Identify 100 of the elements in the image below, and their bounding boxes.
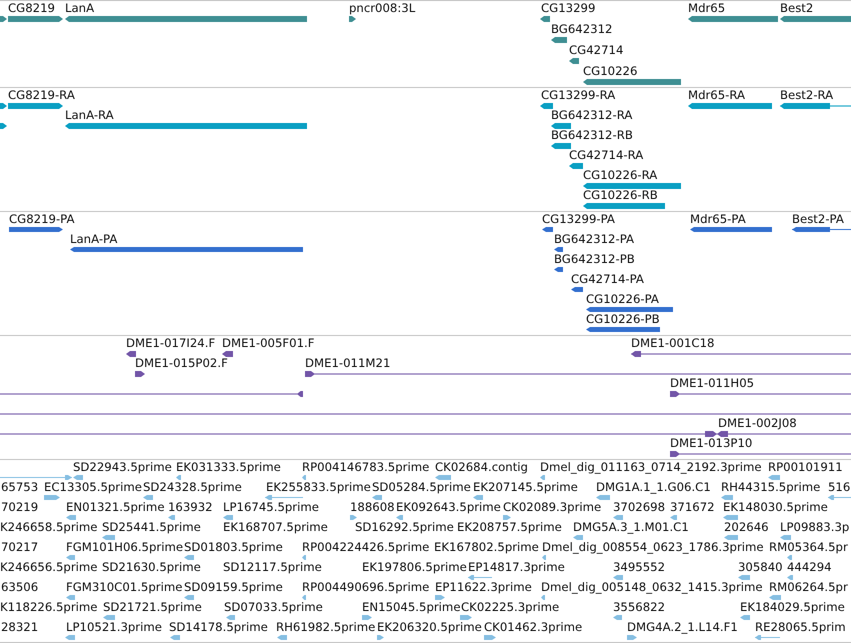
transcript-bar[interactable] (780, 103, 851, 109)
est-read[interactable] (168, 515, 175, 520)
est-label: EP14817.3prime (468, 561, 565, 574)
protein-bar[interactable] (554, 247, 563, 252)
est-read[interactable] (780, 535, 791, 540)
est-read[interactable] (503, 515, 511, 520)
transcript-bar[interactable] (0, 123, 7, 129)
clone-read[interactable] (631, 351, 851, 357)
est-read[interactable] (302, 595, 306, 600)
est-read[interactable] (184, 595, 194, 600)
est-label: Dmel_dig_011163_0714_2192.3prime (540, 461, 762, 474)
clone-read[interactable] (670, 391, 851, 397)
est-read[interactable] (170, 635, 180, 640)
protein-bar[interactable] (542, 227, 553, 232)
transcript-bar[interactable] (569, 163, 583, 169)
est-read[interactable] (377, 635, 384, 640)
transcript-bar[interactable] (0, 103, 7, 109)
est-read[interactable] (787, 555, 792, 560)
transcript-label: BG642312-RB (551, 129, 633, 142)
est-read[interactable] (473, 495, 483, 500)
clone-read[interactable] (126, 351, 136, 357)
est-read[interactable] (468, 575, 492, 580)
clone-read[interactable] (305, 371, 851, 377)
est-read[interactable] (362, 615, 372, 620)
est-read[interactable] (265, 495, 303, 500)
est-read[interactable] (540, 475, 545, 480)
transcript-bar[interactable] (551, 123, 571, 129)
est-read[interactable] (226, 615, 235, 620)
est-read[interactable] (721, 495, 733, 500)
est-read[interactable] (302, 555, 306, 560)
clone-read[interactable] (0, 391, 303, 397)
gene-bar[interactable] (551, 37, 567, 43)
protein-bar[interactable] (9, 227, 63, 232)
est-label: 70217 (1, 541, 38, 554)
gene-bar[interactable] (780, 16, 851, 22)
gene-bar[interactable] (688, 16, 778, 22)
transcript-bar[interactable] (583, 203, 665, 209)
protein-bar[interactable] (586, 307, 673, 312)
est-read[interactable] (787, 575, 793, 580)
clone-read[interactable] (670, 451, 851, 457)
est-read[interactable] (596, 495, 610, 500)
transcript-label: CG42714-RA (569, 149, 644, 162)
est-read[interactable] (102, 535, 115, 540)
est-read[interactable] (73, 475, 83, 480)
clone-read[interactable] (135, 371, 145, 377)
est-read[interactable] (769, 595, 781, 600)
est-read[interactable] (460, 615, 472, 620)
est-read[interactable] (66, 555, 75, 560)
est-read[interactable] (435, 475, 451, 480)
est-read[interactable] (613, 575, 623, 580)
est-read[interactable] (613, 515, 623, 520)
est-read[interactable] (350, 515, 357, 520)
est-read[interactable] (484, 635, 496, 640)
transcript-bar[interactable] (688, 103, 772, 109)
est-read[interactable] (573, 535, 583, 540)
est-read[interactable] (302, 475, 306, 480)
gene-bar[interactable] (569, 58, 579, 64)
est-read[interactable] (66, 515, 76, 520)
est-read[interactable] (103, 615, 115, 620)
transcript-bar[interactable] (583, 183, 681, 189)
clone-label: DME1-013P10 (670, 437, 752, 450)
protein-bar[interactable] (792, 227, 851, 232)
protein-bar[interactable] (554, 267, 563, 272)
est-read[interactable] (738, 575, 750, 580)
est-read[interactable] (613, 615, 622, 620)
est-read[interactable] (372, 495, 382, 500)
est-read[interactable] (435, 595, 445, 600)
est-read[interactable] (184, 555, 194, 560)
protein-label: BG642312-PA (554, 233, 634, 246)
est-read[interactable] (724, 535, 738, 540)
est-read[interactable] (723, 515, 738, 520)
est-label: EK184029.5prime (740, 601, 845, 614)
est-read[interactable] (627, 635, 637, 640)
protein-bar[interactable] (690, 227, 772, 232)
transcript-bar[interactable] (540, 103, 553, 109)
clone-read[interactable] (222, 351, 233, 357)
gene-bar[interactable] (583, 79, 681, 85)
est-read[interactable] (541, 595, 545, 600)
est-read[interactable] (755, 635, 780, 640)
est-read[interactable] (396, 515, 403, 520)
est-read[interactable] (542, 555, 546, 560)
est-label: 65753 (1, 481, 38, 494)
transcript-bar[interactable] (551, 143, 571, 149)
gene-bar[interactable] (540, 16, 550, 22)
est-read[interactable] (66, 595, 75, 600)
est-read[interactable] (44, 495, 60, 500)
est-read[interactable] (828, 495, 851, 500)
gene-bar[interactable] (349, 16, 356, 22)
est-read[interactable] (768, 475, 780, 480)
protein-bar[interactable] (586, 327, 660, 332)
est-read[interactable] (670, 515, 677, 520)
est-read[interactable] (277, 635, 287, 640)
est-read[interactable] (143, 495, 153, 500)
est-read[interactable] (740, 615, 750, 620)
protein-bar[interactable] (571, 287, 583, 292)
est-read[interactable] (65, 635, 75, 640)
est-read[interactable] (223, 515, 233, 520)
gene-bar[interactable] (0, 16, 7, 22)
est-read[interactable] (176, 475, 181, 480)
clone-line[interactable] (0, 411, 851, 417)
